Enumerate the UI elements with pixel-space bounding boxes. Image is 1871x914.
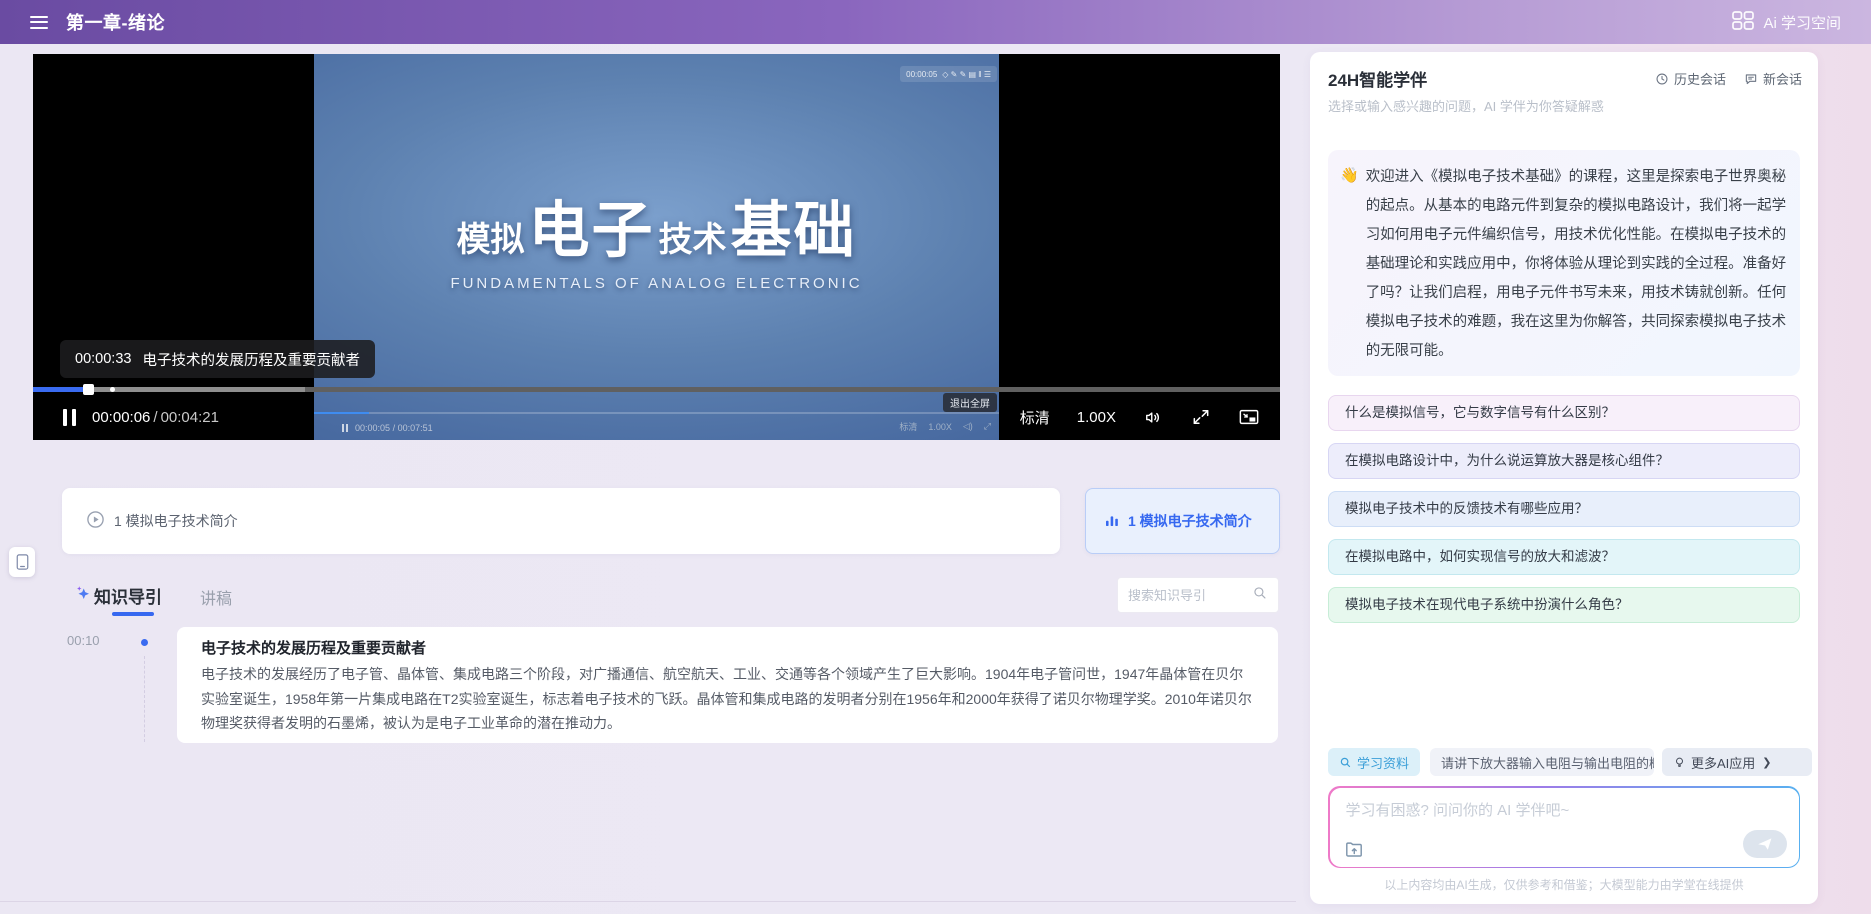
timeline-dash-line: [144, 656, 145, 742]
player-controls: 00:00:06/00:04:21 标清 1.00X: [33, 394, 1280, 440]
fullscreen-icon[interactable]: [1191, 407, 1211, 427]
new-chat-button[interactable]: 新会话: [1744, 69, 1802, 88]
pip-icon[interactable]: [1238, 407, 1260, 427]
video-title-part: 基础: [731, 180, 857, 269]
assistant-title: 24H智能学伴: [1328, 66, 1427, 91]
recording-tool-icons: ◇ ✎ ✎ ▤ ‖ ☰: [942, 70, 991, 79]
welcome-message: 👋 欢迎进入《模拟电子技术基础》的课程，这里是探索电子世界奥秘的起点。从基本的电…: [1328, 150, 1800, 376]
knowledge-entry[interactable]: 电子技术的发展历程及重要贡献者 电子技术的发展经历了电子管、晶体管、集成电路三个…: [177, 627, 1278, 743]
progress-handle[interactable]: [83, 384, 94, 395]
chapter-card-label: 1 模拟电子技术简介: [1128, 511, 1252, 531]
chevron-right-icon: ❯: [1762, 756, 1771, 769]
video-title-part: 模拟: [456, 212, 524, 261]
ai-disclaimer: 以上内容均由AI生成，仅供参考和借鉴；大模型能力由学堂在线提供: [1310, 876, 1818, 893]
chat-bubble-icon: [1744, 72, 1758, 86]
bar-chart-icon: [1104, 512, 1120, 531]
video-title-part: 电子: [528, 180, 654, 269]
tooltip-time: 00:00:33: [75, 351, 131, 367]
entry-title: 电子技术的发展历程及重要贡献者: [201, 637, 426, 658]
progress-bar[interactable]: [33, 387, 1280, 392]
chat-input[interactable]: [1330, 788, 1799, 840]
paper-plane-icon: [1757, 837, 1773, 851]
suggested-question[interactable]: 模拟电子技术中的反馈技术有哪些应用？: [1328, 491, 1800, 527]
app: 第一章-绪论 Ai 学习空间 00:00:05 ◇ ✎ ✎ ▤ ‖ ☰ 模拟 电…: [0, 0, 1871, 914]
search-icon: [1339, 756, 1352, 769]
suggested-question[interactable]: 在模拟电路中，如何实现信号的放大和滤波？: [1328, 539, 1800, 575]
history-button[interactable]: 历史会话: [1655, 69, 1726, 88]
tablet-icon: [15, 553, 30, 571]
video-title-card: 模拟 电子 技术 基础 FUNDAMENTALS OF ANALOG ELECT…: [314, 180, 999, 292]
video-title-part: 技术: [659, 212, 727, 261]
search-icon[interactable]: [1252, 585, 1268, 606]
knowledge-search: [1117, 577, 1279, 613]
brand[interactable]: Ai 学习空间: [1731, 10, 1841, 35]
progress-played: [33, 387, 88, 392]
upload-file-icon[interactable]: [1344, 840, 1364, 858]
timeline-dot: [141, 639, 148, 646]
chapter-tooltip: 00:00:33 电子技术的发展历程及重要贡献者: [60, 340, 375, 378]
page-title: 第一章-绪论: [66, 9, 165, 35]
entry-body: 电子技术的发展经历了电子管、晶体管、集成电路三个阶段，对广播通信、航空航天、工业…: [201, 662, 1254, 736]
grid-logo-icon: [1731, 10, 1755, 35]
recording-toolbar: 00:00:05 ◇ ✎ ✎ ▤ ‖ ☰: [900, 66, 997, 82]
time-display: 00:00:06/00:04:21: [92, 409, 219, 426]
chapter-card-guide[interactable]: 1 模拟电子技术简介: [1085, 488, 1280, 554]
chapter-card-video[interactable]: 1 模拟电子技术简介: [62, 488, 1060, 554]
quality-button[interactable]: 标清: [1020, 407, 1050, 428]
send-button[interactable]: [1743, 830, 1787, 858]
suggested-question[interactable]: 在模拟电路设计中，为什么说运算放大器是核心组件？: [1328, 443, 1800, 479]
chapter-marker-dot: [110, 387, 115, 392]
topbar: 第一章-绪论 Ai 学习空间: [0, 0, 1871, 44]
chapter-card-label: 1 模拟电子技术简介: [114, 511, 238, 531]
suggested-question[interactable]: 什么是模拟信号，它与数字信号有什么区别？: [1328, 395, 1800, 431]
menu-icon[interactable]: [30, 16, 48, 29]
pause-button[interactable]: [63, 409, 76, 426]
more-ai-apps-chip[interactable]: 更多AI应用 ❯: [1662, 748, 1812, 776]
video-subtitle: FUNDAMENTALS OF ANALOG ELECTRONIC: [314, 275, 999, 292]
assistant-panel: 24H智能学伴 历史会话 新会话 选择或输入感兴趣的问题，AI 学伴为你答疑解惑…: [1310, 52, 1818, 904]
tab-knowledge-guide[interactable]: 知识导引: [94, 583, 162, 608]
tab-transcript[interactable]: 讲稿: [200, 585, 232, 609]
brand-label: Ai 学习空间: [1763, 12, 1841, 33]
welcome-text: 欢迎进入《模拟电子技术基础》的课程，这里是探索电子世界奥秘的起点。从基本的电路元…: [1366, 163, 1788, 363]
speed-button[interactable]: 1.00X: [1077, 409, 1116, 426]
video-player: 00:00:05 ◇ ✎ ✎ ▤ ‖ ☰ 模拟 电子 技术 基础 FUNDAME…: [33, 54, 1280, 440]
lightbulb-icon: [1673, 756, 1686, 769]
tooltip-text: 电子技术的发展历程及重要贡献者: [142, 349, 360, 370]
wave-emoji-icon: 👋: [1340, 166, 1359, 363]
suggested-question[interactable]: 模拟电子技术在现代电子系统中扮演什么角色？: [1328, 587, 1800, 623]
assistant-subtitle: 选择或输入感兴趣的问题，AI 学伴为你答疑解惑: [1328, 96, 1604, 115]
entry-timestamp: 00:10: [67, 633, 100, 648]
bottom-divider: [0, 901, 1296, 902]
learning-resources-chip[interactable]: 学习资料: [1328, 748, 1420, 776]
chat-input-box: [1328, 786, 1800, 868]
suggested-prompt-chip[interactable]: 请讲下放大器输入电阻与输出电阻的概念: [1430, 748, 1654, 776]
video-content[interactable]: 00:00:05 ◇ ✎ ✎ ▤ ‖ ☰ 模拟 电子 技术 基础 FUNDAME…: [314, 54, 999, 440]
recording-timecode: 00:00:05: [906, 70, 937, 79]
side-reader-button[interactable]: [9, 547, 35, 577]
active-tab-underline: [112, 612, 154, 616]
clock-icon: [1655, 72, 1669, 86]
play-circle-icon: [86, 510, 105, 532]
sparkle-icon: [74, 584, 92, 607]
search-input[interactable]: [1128, 588, 1252, 603]
volume-icon[interactable]: [1143, 407, 1164, 428]
